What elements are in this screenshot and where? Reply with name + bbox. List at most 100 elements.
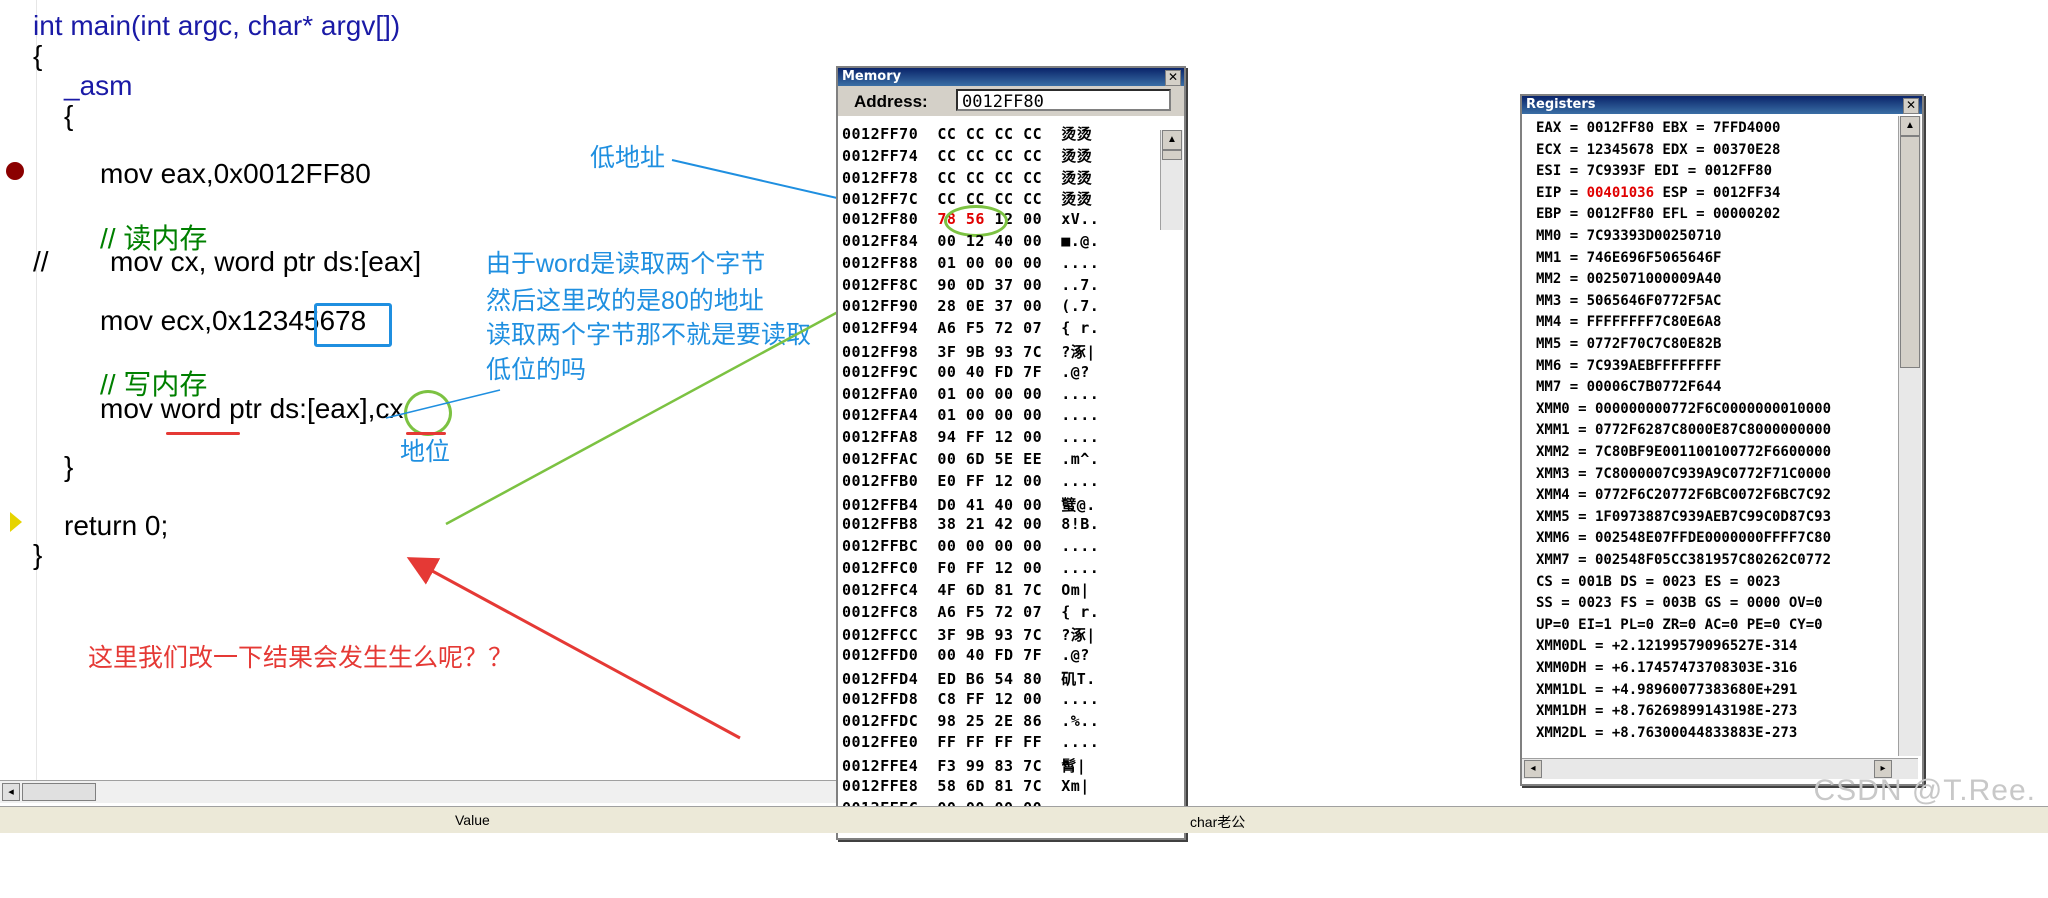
memory-ascii: (.7. [1061,297,1100,316]
register-row: XMM5 = 1F0973887C939AEB7C99C0D87C93 [1536,508,1832,525]
memory-row: 0012FFA0 01 00 00 00 .... [842,385,1099,403]
word-underline [166,432,240,435]
register-row: XMM1DL = +4.98960077383680E+291 [1536,681,1798,698]
memory-ascii: .@? [1061,362,1090,381]
memory-bytes: 01 00 00 00 [937,253,1043,272]
low-bits-highlight-box [314,303,392,347]
scroll-thumb[interactable] [22,783,96,801]
bottom-panel-header: Value char老公 [0,806,2048,833]
memory-ascii: .... [1061,406,1100,425]
memory-bytes: 00 00 00 00 [937,537,1043,556]
memory-address: 0012FFA8 [842,428,919,447]
memory-ascii: 烫烫 [1061,125,1093,143]
memory-address: 0012FF90 [842,297,919,316]
memory-row: 0012FF98 3F 9B 93 7C ?涿| [842,341,1096,362]
memory-bytes: C8 FF 12 00 [937,689,1043,708]
memory-ascii: Xm| [1061,777,1090,795]
value-column-header[interactable]: Value [455,812,490,828]
registers-vertical-scrollbar[interactable]: ▲ [1898,116,1921,756]
memory-bytes: 3F 9B 93 7C [937,343,1043,361]
memory-row: 0012FF9C 00 40 FD 7F .@? [842,363,1090,381]
memory-window[interactable]: Memory ✕ Address: 0012FF80 0012FF70 CC C… [836,66,1186,840]
memory-row: 0012FFB4 D0 41 40 00 蠥@. [842,494,1096,515]
memory-address: 0012FFCC [842,626,919,645]
scroll-up-icon[interactable]: ▲ [1900,116,1920,136]
memory-ascii: 烫烫 [1061,146,1093,165]
code-line-mov-cx: mov cx, word ptr ds:[eax] [110,246,422,277]
editor-gutter[interactable] [0,0,37,783]
scroll-up-icon[interactable]: ▲ [1162,130,1182,150]
memory-row: 0012FF8C 90 0D 37 00 ..7. [842,276,1099,294]
memory-bytes: CC CC CC CC [937,146,1043,165]
register-row: XMM4 = 0772F6C20772F6BC0072F6BC7C92 [1536,487,1832,504]
register-row: MM6 = 7C939AEBFFFFFFFF [1536,357,1722,374]
memory-address: 0012FFD0 [842,646,919,665]
memory-row: 0012FF78 CC CC CC CC 烫烫 [842,167,1092,188]
register-row: ESI = 7C9393F EDI = 0012FF80 [1536,163,1773,180]
breakpoint-marker[interactable] [6,162,24,180]
memory-bytes: CC CC CC CC [937,125,1043,143]
registers-window[interactable]: Registers ✕ EAX = 0012FF80 EBX = 7FFD400… [1520,94,1924,786]
memory-row: 0012FF84 00 12 40 00 ■.@. [842,232,1099,250]
memory-bytes: D0 41 40 00 [937,495,1043,514]
register-row: MM4 = FFFFFFFF7C80E6A8 [1536,314,1722,331]
memory-row: 0012FFA4 01 00 00 00 .... [842,406,1099,424]
memory-address: 0012FFA0 [842,384,919,403]
memory-bytes: 38 21 42 00 [937,515,1043,534]
memory-address: 0012FF9C [842,362,919,381]
scroll-left-icon[interactable]: ◂ [2,783,20,801]
code-line-brace-open: { [33,40,43,71]
register-row: XMM2DL = +8.76300044833883E-273 [1536,724,1798,741]
memory-bytes: 90 0D 37 00 [937,275,1043,294]
memory-address: 0012FF70 [842,125,919,143]
register-row: XMM7 = 002548F05CC381957C80262C0772 [1536,552,1832,568]
esp-value: ESP = 0012FF34 [1654,184,1781,201]
memory-ascii: .... [1061,733,1100,752]
close-icon[interactable]: ✕ [1165,70,1181,86]
memory-bytes: F0 FF 12 00 [937,559,1043,577]
code-line-main: int main(int argc, char* argv[]) [33,10,400,42]
memory-address: 0012FFD4 [842,670,919,688]
memory-ascii: .... [1061,559,1100,577]
memory-address: 0012FF98 [842,343,919,361]
annotation-low-address: 低地址 [590,144,666,172]
memory-row: 0012FFB0 E0 FF 12 00 .... [842,472,1099,490]
memory-row: 0012FF94 A6 F5 72 07 { r. [842,319,1099,337]
eip-label: EIP = [1536,184,1587,201]
memory-row: 0012FFDC 98 25 2E 86 .%.. [842,712,1099,730]
memory-ascii: .... [1061,428,1100,447]
code-line-mov-word: mov word ptr ds:[eax],cx [100,393,404,424]
registers-window-title: Registers [1522,96,1922,114]
memory-address: 0012FFB0 [842,471,919,490]
memory-ascii: .%.. [1061,711,1100,730]
register-row: MM2 = 0025071000009A40 [1536,271,1722,288]
eip-value: 00401036 [1586,184,1655,201]
memory-row: 0012FFE0 FF FF FF FF .... [842,733,1099,751]
close-icon[interactable]: ✕ [1903,98,1919,114]
cx-highlight-circle [404,390,452,436]
memory-address: 0012FFB4 [842,495,919,514]
code-line-asm-brace-close: } [64,451,74,482]
memory-ascii: Om| [1061,580,1090,599]
memory-bytes: 98 25 2E 86 [937,711,1043,730]
memory-ascii: .@? [1061,646,1090,665]
memory-address: 0012FFE0 [842,733,919,752]
address-input[interactable]: 0012FF80 [956,89,1171,112]
scroll-thumb[interactable] [1162,150,1182,160]
memory-row: 0012FFA8 94 FF 12 00 .... [842,428,1099,446]
annotation-note-line3: 读取两个字节那不就是要读取 [486,321,812,349]
memory-address: 0012FFAC [842,450,919,468]
scroll-left-icon[interactable]: ◂ [1524,760,1542,778]
memory-row: 0012FFC8 A6 F5 72 07 { r. [842,603,1099,621]
code-line-asm: _asm [64,70,133,101]
current-line-arrow [10,512,22,532]
memory-address: 0012FF84 [842,232,919,250]
memory-vertical-scrollbar[interactable]: ▲ [1160,130,1183,230]
address-label: Address: [854,92,928,111]
memory-address: 0012FFD8 [842,689,919,708]
memory-bytes: 28 0E 37 00 [937,297,1043,316]
register-row: MM1 = 746E696F5065646F [1536,249,1722,266]
memory-bytes: FF FF FF FF [937,733,1043,752]
memory-row: 0012FFE4 F3 99 83 7C 髾| [842,755,1086,776]
scroll-thumb[interactable] [1900,136,1920,368]
